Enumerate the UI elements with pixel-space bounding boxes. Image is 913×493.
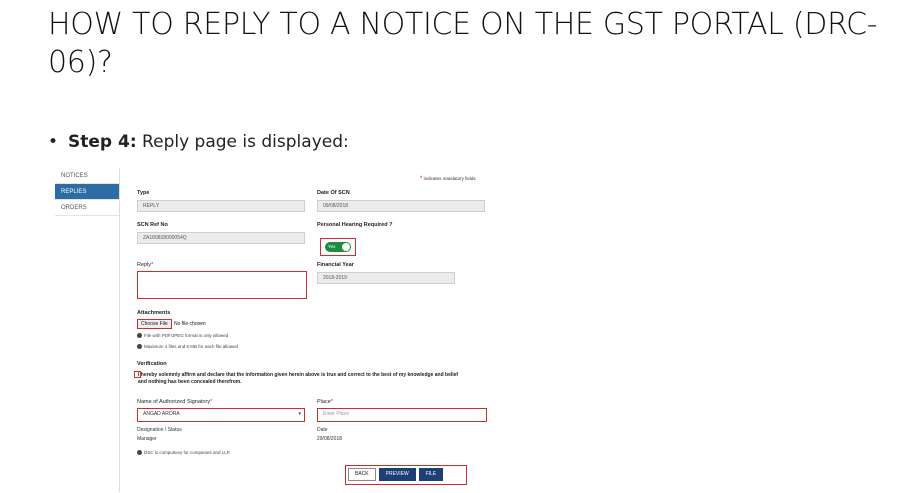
bullet-dot: • [48,132,59,152]
choose-file-button[interactable]: Choose File [137,319,172,329]
signatory-select[interactable]: ANGAD ARORA ▾ [137,408,305,422]
info-format: File with PDF/JPEG format is only allowe… [137,333,228,339]
hearing-toggle-wrap: Yes [320,238,356,256]
info-icon [137,450,142,456]
required-star: * [210,399,213,405]
scn-ref-label: SCN Ref No [137,222,168,228]
sidebar-item-notices[interactable]: NOTICES [55,168,119,184]
type-label: Type [137,190,150,196]
back-button[interactable]: BACK [348,468,376,481]
action-buttons: BACK PREVIEW FILE [345,465,467,485]
date-value: 29/08/2018 [317,436,343,442]
reply-label-wrap: Reply* [137,262,153,268]
designation-label: Designation / Status [137,427,182,433]
date-scn-label: Date Of SCN [317,190,350,196]
hearing-label: Personal Hearing Required ? [317,222,393,228]
fy-label: Financial Year [317,262,354,268]
step-bullet: • Step 4: Reply page is displayed: [48,132,349,152]
signatory-label-wrap: Name of Authorized Signatory* [137,399,212,405]
date-scn-field: 09/08/2018 [317,200,485,212]
fy-field: 2018-2019 [317,272,455,284]
place-label-wrap: Place* [317,399,333,405]
sidebar-item-orders[interactable]: ORDERS [55,200,119,216]
hearing-toggle[interactable]: Yes [325,242,351,252]
info-icon [137,344,142,350]
reply-page-screenshot: NOTICES REPLIES ORDERS * indicates manda… [50,162,505,492]
verification-label: Verification [137,361,167,367]
mandatory-note: * indicates mandatory fields [420,176,476,182]
required-star: * [330,399,333,405]
attachments-label: Attachments [137,310,171,316]
preview-button[interactable]: PREVIEW [378,468,416,481]
chevron-down-icon: ▾ [298,411,301,417]
sidebar-divider [119,168,120,492]
no-file-text: No file chosen [174,321,206,327]
signatory-value: ANGAD ARORA [143,411,180,417]
sidebar-item-replies[interactable]: REPLIES [55,184,119,200]
toggle-yes-text: Yes [328,244,336,249]
required-star: * [151,262,154,268]
reply-textarea[interactable] [137,271,307,299]
declaration-text: I hereby solemnly affirm and declare tha… [138,372,459,385]
place-label: Place [317,399,331,405]
info-icon [137,333,142,339]
step-text: Reply page is displayed: [136,132,349,152]
info-max: Maximum 4 files and 5 MB for each file a… [137,344,238,350]
date-label: Date [317,427,328,433]
signatory-label: Name of Authorized Signatory [137,399,211,405]
dsc-note: DSC is compulsory for companies and LLP. [137,450,230,456]
scn-ref-field: ZA180818000054Q [137,232,305,244]
designation-value: Manager [137,436,157,442]
reply-label: Reply [137,262,152,268]
type-field: REPLY [137,200,305,212]
place-input[interactable]: Enter Place [317,408,487,422]
toggle-knob [342,243,350,251]
file-button[interactable]: FILE [418,468,444,481]
sidebar: NOTICES REPLIES ORDERS [55,168,119,216]
step-label: Step 4: [68,132,137,152]
slide-title: HOW TO REPLY TO A NOTICE ON THE GST PORT… [48,7,878,80]
